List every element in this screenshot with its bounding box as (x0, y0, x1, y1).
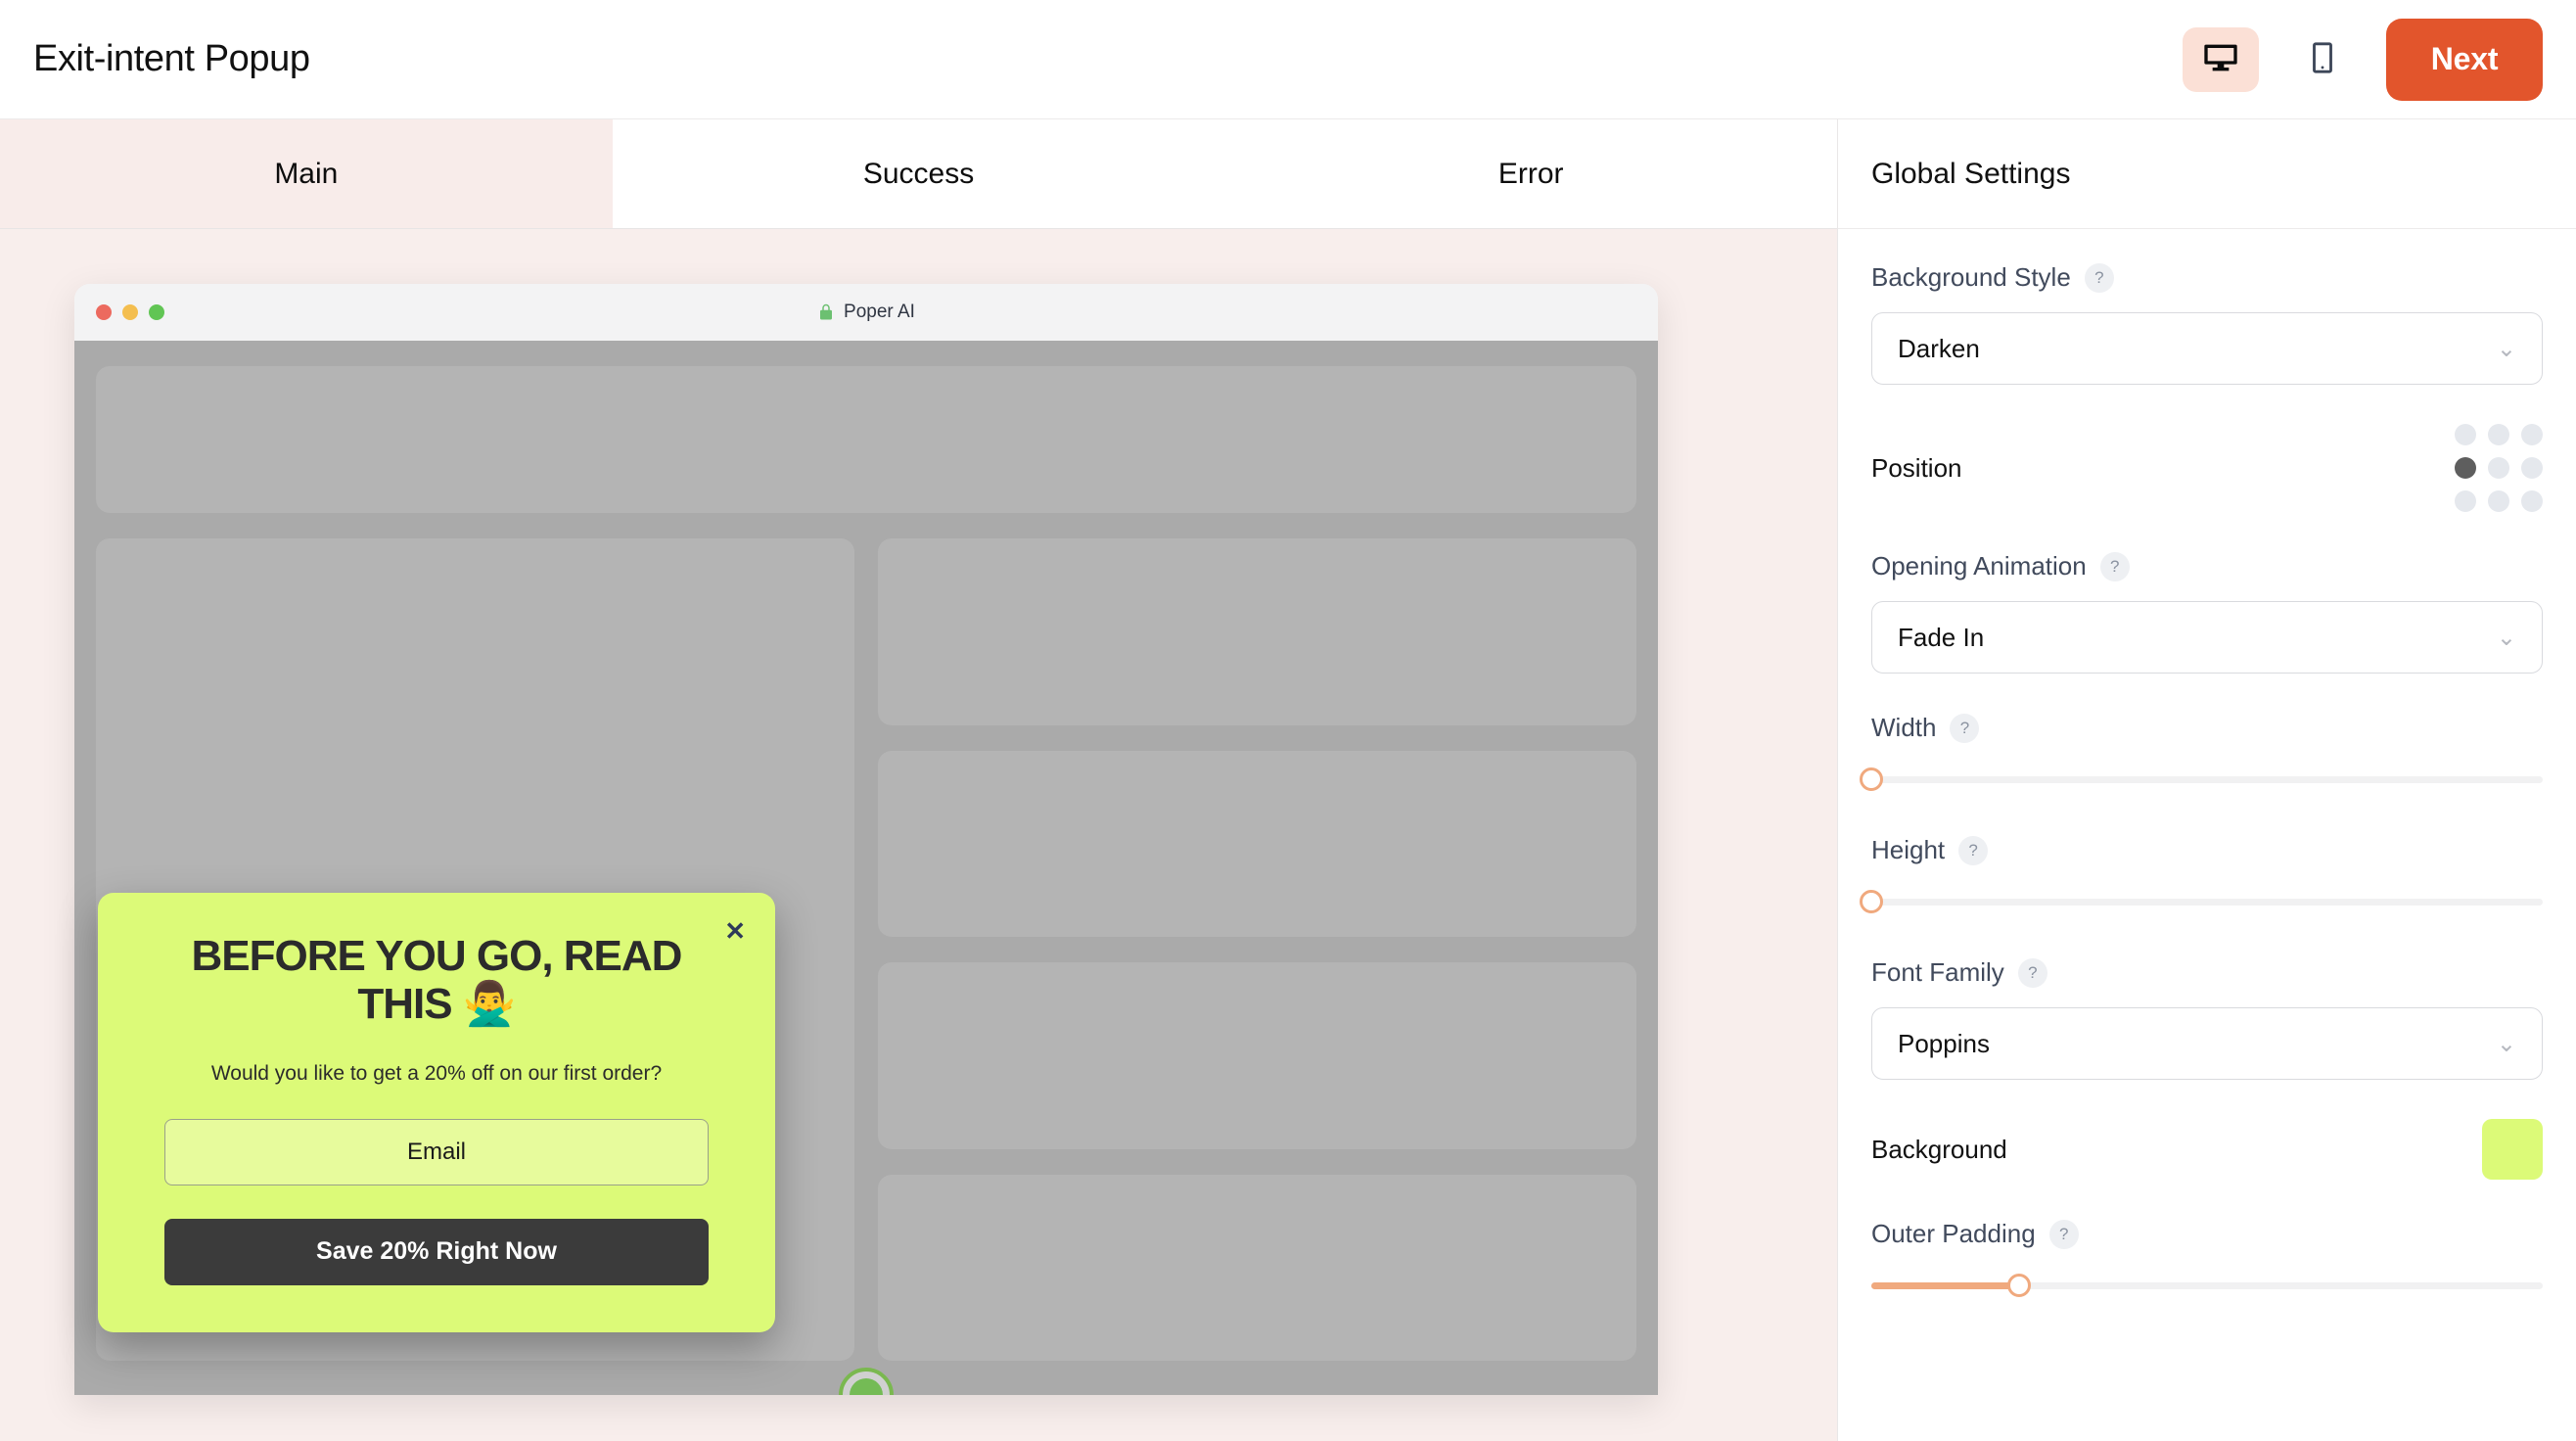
popup-subtitle: Would you like to get a 20% off on our f… (210, 1061, 663, 1085)
top-bar-actions: Next (2183, 18, 2543, 101)
desktop-monitor-icon (2201, 38, 2240, 80)
background-label: Background (1871, 1134, 2007, 1164)
tab-success[interactable]: Success (612, 119, 1225, 228)
font-family-value: Poppins (1898, 1028, 1990, 1058)
height-slider-thumb[interactable] (1860, 890, 1883, 913)
mobile-view-button[interactable] (2284, 27, 2361, 92)
position-dot-middle-left[interactable] (2455, 457, 2476, 479)
skeleton-block (878, 1174, 1636, 1361)
height-slider-track (1871, 899, 2543, 906)
background-style-select[interactable]: Darken ⌄ (1871, 312, 2543, 385)
position-grid[interactable] (2455, 424, 2543, 512)
height-label: Height (1871, 835, 1946, 864)
position-dot-middle-right[interactable] (2521, 457, 2543, 479)
desktop-view-button[interactable] (2183, 26, 2259, 92)
browser-address: Poper AI (74, 302, 1658, 323)
opening-animation-label-row: Opening Animation ? (1871, 551, 2543, 581)
width-slider-thumb[interactable] (1860, 767, 1883, 791)
global-settings-panel: Global Settings Background Style ? Darke… (1837, 119, 2576, 1441)
green-lock-icon (817, 303, 835, 321)
tab-main[interactable]: Main (0, 119, 613, 228)
editor-tabs: Main Success Error (0, 119, 1838, 229)
width-label: Width (1871, 713, 1937, 742)
help-icon[interactable]: ? (1950, 713, 1980, 743)
field-height: Height ? (1860, 835, 2543, 918)
help-icon[interactable]: ? (2099, 551, 2130, 581)
width-slider[interactable] (1860, 763, 2543, 796)
font-family-select[interactable]: Poppins ⌄ (1871, 1007, 2543, 1080)
skeleton-block (878, 962, 1636, 1149)
font-family-label-row: Font Family ? (1871, 957, 2543, 988)
width-slider-track (1871, 776, 2543, 783)
help-icon[interactable]: ? (1958, 835, 1989, 865)
position-dot-bottom-left[interactable] (2455, 490, 2476, 512)
field-background-style: Background Style ? Darken ⌄ (1871, 262, 2543, 385)
background-style-value: Darken (1898, 333, 1980, 363)
popup-preview-card: ✕ BEFORE YOU GO, READ THIS 🙅‍♂️ Would yo… (98, 893, 775, 1332)
traffic-lights (96, 304, 164, 320)
popup-cta-button[interactable]: Save 20% Right Now (164, 1218, 709, 1285)
outer-padding-slider[interactable] (1871, 1269, 2543, 1302)
font-family-label: Font Family (1871, 957, 2004, 987)
popup-title: BEFORE YOU GO, READ THIS 🙅‍♂️ (191, 932, 683, 1029)
preview-stage: Poper AI ✕ BEFORE YOU GO, READ THIS 🙅‍♂️… (0, 229, 1837, 1441)
height-label-row: Height ? (1871, 835, 2543, 865)
skeleton-hero-block (96, 366, 1636, 513)
chevron-down-icon: ⌄ (2496, 335, 2516, 362)
outer-padding-slider-fill (1871, 1282, 2019, 1289)
field-opening-animation: Opening Animation ? Fade In ⌄ (1871, 551, 2543, 674)
position-label: Position (1871, 452, 1962, 483)
field-font-family: Font Family ? Poppins ⌄ (1871, 957, 2543, 1080)
traffic-light-maximize-icon (149, 304, 164, 320)
tab-error[interactable]: Error (1224, 119, 1838, 228)
position-dot-bottom-right[interactable] (2521, 490, 2543, 512)
field-outer-padding: Outer Padding ? (1871, 1219, 2543, 1302)
panel-body: Background Style ? Darken ⌄ Position Ope… (1838, 229, 2576, 1302)
mobile-phone-icon (2306, 41, 2339, 77)
position-dot-top-right[interactable] (2521, 424, 2543, 445)
outer-padding-label: Outer Padding (1871, 1219, 2036, 1248)
position-dot-bottom-center[interactable] (2488, 490, 2509, 512)
browser-title-text: Poper AI (844, 302, 915, 322)
panel-heading: Global Settings (1838, 119, 2576, 229)
field-width: Width ? (1860, 713, 2543, 796)
position-dot-middle-center[interactable] (2488, 457, 2509, 479)
field-position: Position (1871, 424, 2543, 512)
popup-email-input[interactable] (164, 1118, 709, 1185)
background-style-label-row: Background Style ? (1871, 262, 2543, 293)
position-dot-top-left[interactable] (2455, 424, 2476, 445)
help-icon[interactable]: ? (2084, 262, 2114, 293)
opening-animation-label: Opening Animation (1871, 551, 2087, 581)
next-button[interactable]: Next (2386, 18, 2543, 101)
close-x-icon[interactable]: ✕ (724, 918, 746, 944)
chevron-down-icon: ⌄ (2496, 624, 2516, 651)
help-icon[interactable]: ? (2017, 957, 2047, 988)
opening-animation-select[interactable]: Fade In ⌄ (1871, 601, 2543, 674)
position-dot-top-center[interactable] (2488, 424, 2509, 445)
traffic-light-minimize-icon (122, 304, 138, 320)
skeleton-block (878, 750, 1636, 937)
chevron-down-icon: ⌄ (2496, 1030, 2516, 1057)
traffic-light-close-icon (96, 304, 112, 320)
opening-animation-value: Fade In (1898, 622, 1985, 652)
skeleton-block (878, 538, 1636, 725)
background-style-label: Background Style (1871, 262, 2071, 292)
width-label-row: Width ? (1871, 713, 2543, 743)
help-icon[interactable]: ? (2048, 1219, 2079, 1249)
field-background-color: Background (1871, 1119, 2543, 1180)
skeleton-right-column (878, 538, 1636, 1361)
browser-chrome-bar: Poper AI (74, 284, 1658, 341)
outer-padding-label-row: Outer Padding ? (1871, 1219, 2543, 1249)
height-slider[interactable] (1860, 885, 2543, 918)
background-color-swatch[interactable] (2482, 1119, 2543, 1180)
green-status-indicator[interactable] (839, 1368, 894, 1395)
top-bar: Exit-intent Popup Next (0, 0, 2576, 119)
page-title: Exit-intent Popup (33, 38, 310, 79)
outer-padding-slider-thumb[interactable] (2006, 1274, 2031, 1297)
